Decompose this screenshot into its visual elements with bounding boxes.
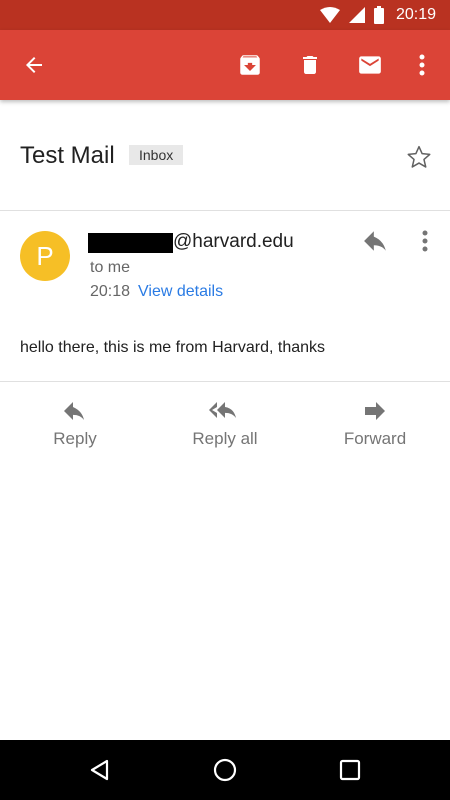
mark-unread-icon[interactable] (346, 30, 394, 100)
sender-avatar[interactable]: P (20, 231, 70, 281)
reply-icon (63, 397, 87, 425)
battery-icon (373, 6, 384, 24)
view-details-link[interactable]: View details (138, 283, 223, 301)
star-icon[interactable] (404, 142, 434, 172)
subject-row: Test Mail Inbox (0, 100, 450, 210)
sender-address: @harvard.edu (173, 231, 294, 252)
more-icon[interactable] (398, 30, 446, 100)
email-subject: Test Mail (20, 142, 115, 169)
redacted-sender-name (88, 233, 173, 253)
avatar-letter: P (36, 240, 54, 271)
reply-button[interactable]: Reply (15, 397, 135, 457)
reply-label: Reply (53, 429, 97, 448)
signal-icon (348, 7, 365, 23)
divider (0, 210, 450, 211)
divider (0, 381, 450, 382)
forward-icon (364, 397, 386, 425)
reply-all-label: Reply all (192, 429, 258, 448)
back-triangle-icon[interactable] (75, 740, 125, 800)
home-circle-icon[interactable] (200, 740, 250, 800)
system-nav-bar (0, 740, 450, 800)
sent-time: 20:18 (90, 283, 131, 300)
recipient-text[interactable]: to me (90, 259, 130, 277)
reply-all-icon (209, 397, 241, 425)
reply-icon[interactable] (360, 227, 392, 255)
status-bar: 20:19 (0, 0, 450, 30)
recents-square-icon[interactable] (325, 740, 375, 800)
forward-label: Forward (343, 429, 407, 448)
status-clock: 20:19 (395, 6, 436, 23)
inbox-label-chip[interactable]: Inbox (129, 145, 184, 165)
message-more-icon[interactable] (414, 226, 436, 256)
back-arrow-icon[interactable] (10, 30, 58, 100)
forward-button[interactable]: Forward (315, 397, 435, 457)
reply-all-button[interactable]: Reply all (165, 397, 285, 457)
email-body: hello there, this is me from Harvard, th… (20, 339, 326, 356)
archive-icon[interactable] (226, 30, 274, 100)
app-toolbar (0, 30, 450, 100)
delete-icon[interactable] (286, 30, 334, 100)
wifi-icon (319, 7, 340, 23)
